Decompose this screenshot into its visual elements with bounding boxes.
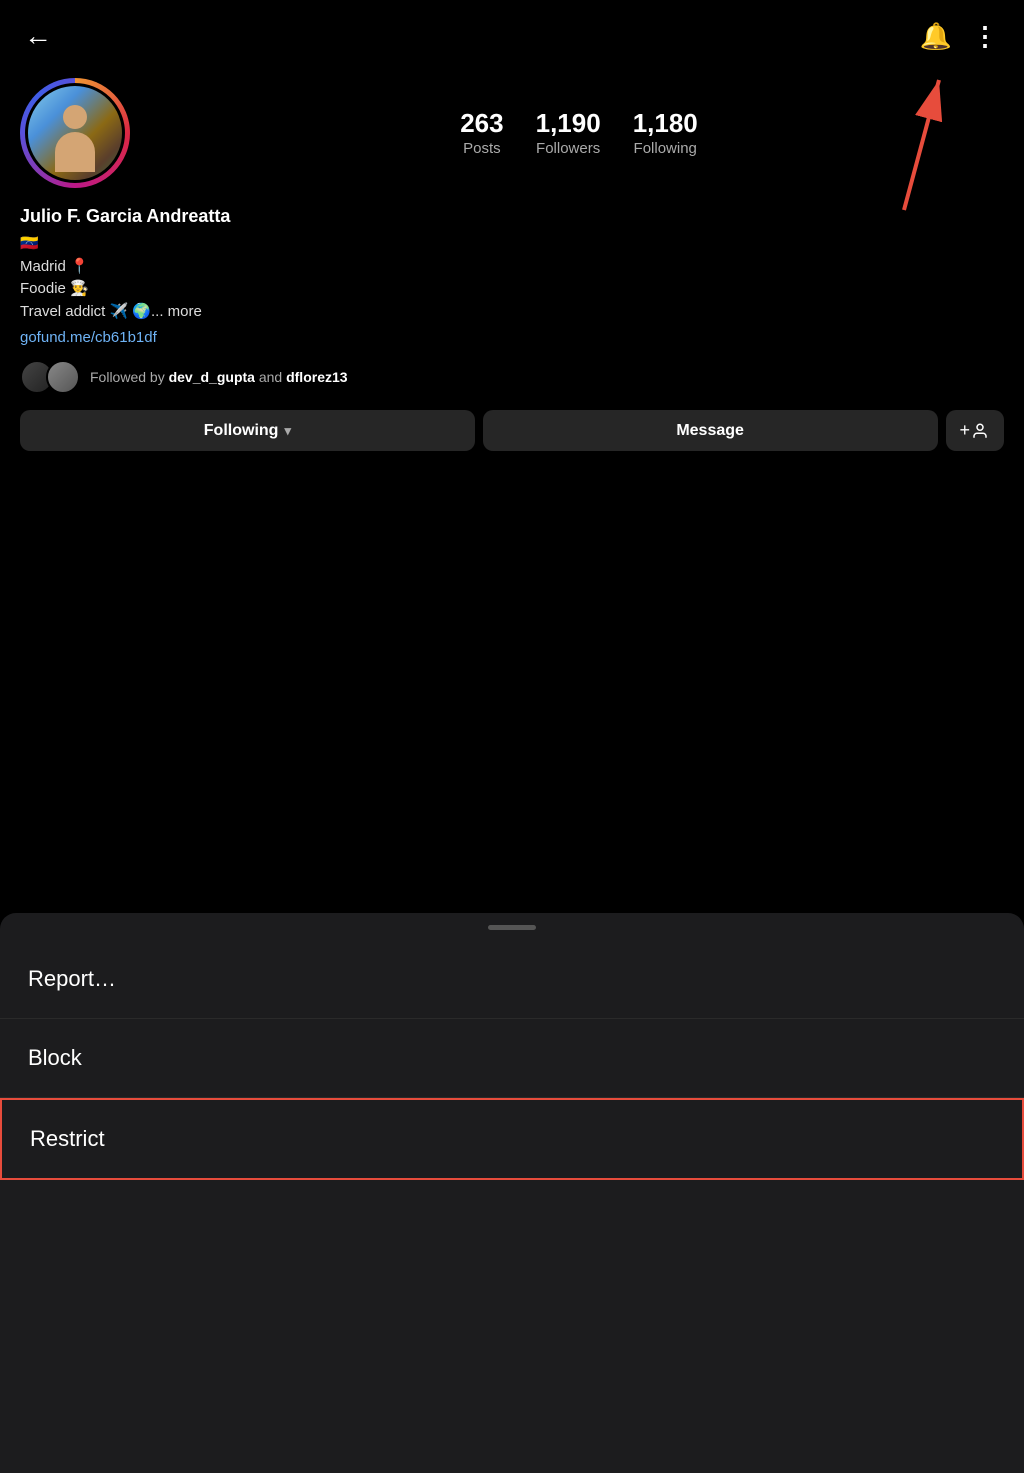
following-button[interactable]: Following ▾ (20, 410, 475, 451)
bottom-sheet: Report… Block Restrict (0, 913, 1024, 1473)
add-friend-icon: + (960, 420, 971, 441)
bio-travel[interactable]: Travel addict ✈️ 🌍... more (20, 301, 1004, 324)
profile-name: Julio F. Garcia Andreatta (20, 206, 1004, 227)
bio-foodie: Foodie 👨‍🍳 (20, 278, 1004, 301)
posts-label: Posts (460, 140, 503, 157)
posts-count: 263 (460, 109, 503, 138)
stat-posts[interactable]: 263 Posts (460, 109, 503, 157)
report-item[interactable]: Report… (0, 940, 1024, 1019)
follower-user2[interactable]: dflorez13 (286, 369, 347, 385)
follower-user1[interactable]: dev_d_gupta (169, 369, 255, 385)
chevron-down-icon: ▾ (284, 423, 291, 439)
avatar-person (45, 105, 105, 175)
add-friend-button[interactable]: + (946, 410, 1005, 451)
header-actions: 🔔 ⋮ (920, 21, 1000, 52)
stats-row: 263 Posts 1,190 Followers 1,180 Followin… (154, 109, 1004, 157)
person-icon (970, 422, 990, 440)
avatar-wrapper (20, 78, 130, 188)
more-options-icon[interactable]: ⋮ (972, 21, 1000, 52)
sheet-handle (488, 925, 536, 930)
person-body (55, 132, 95, 172)
avatar (25, 83, 125, 183)
follower-avatar-2 (46, 360, 80, 394)
follower-avatars (20, 360, 80, 394)
following-label: Following (633, 140, 698, 157)
following-count: 1,180 (633, 109, 698, 138)
action-buttons: Following ▾ Message + (20, 410, 1004, 451)
header: ← 🔔 ⋮ (0, 0, 1024, 68)
avatar-ring (20, 78, 130, 188)
message-button[interactable]: Message (483, 410, 938, 451)
followers-text: Followed by dev_d_gupta and dflorez13 (90, 369, 348, 385)
followers-label: Followers (536, 140, 601, 157)
back-button[interactable]: ← (24, 20, 52, 52)
followers-count: 1,190 (536, 109, 601, 138)
profile-top-row: 263 Posts 1,190 Followers 1,180 Followin… (20, 78, 1004, 188)
profile-bio: 🇻🇪 Madrid 📍 Foodie 👨‍🍳 Travel addict ✈️ … (20, 233, 1004, 323)
bio-location: Madrid 📍 (20, 256, 1004, 279)
block-item[interactable]: Block (0, 1019, 1024, 1098)
notification-icon[interactable]: 🔔 (920, 21, 952, 52)
profile-link[interactable]: gofund.me/cb61b1df (20, 329, 1004, 346)
restrict-item[interactable]: Restrict (0, 1098, 1024, 1180)
stat-following[interactable]: 1,180 Following (633, 109, 698, 157)
followers-preview: Followed by dev_d_gupta and dflorez13 (20, 360, 1004, 394)
profile-section: 263 Posts 1,190 Followers 1,180 Followin… (0, 68, 1024, 471)
stat-followers[interactable]: 1,190 Followers (536, 109, 601, 157)
person-head (63, 105, 87, 129)
bio-flag: 🇻🇪 (20, 233, 1004, 256)
